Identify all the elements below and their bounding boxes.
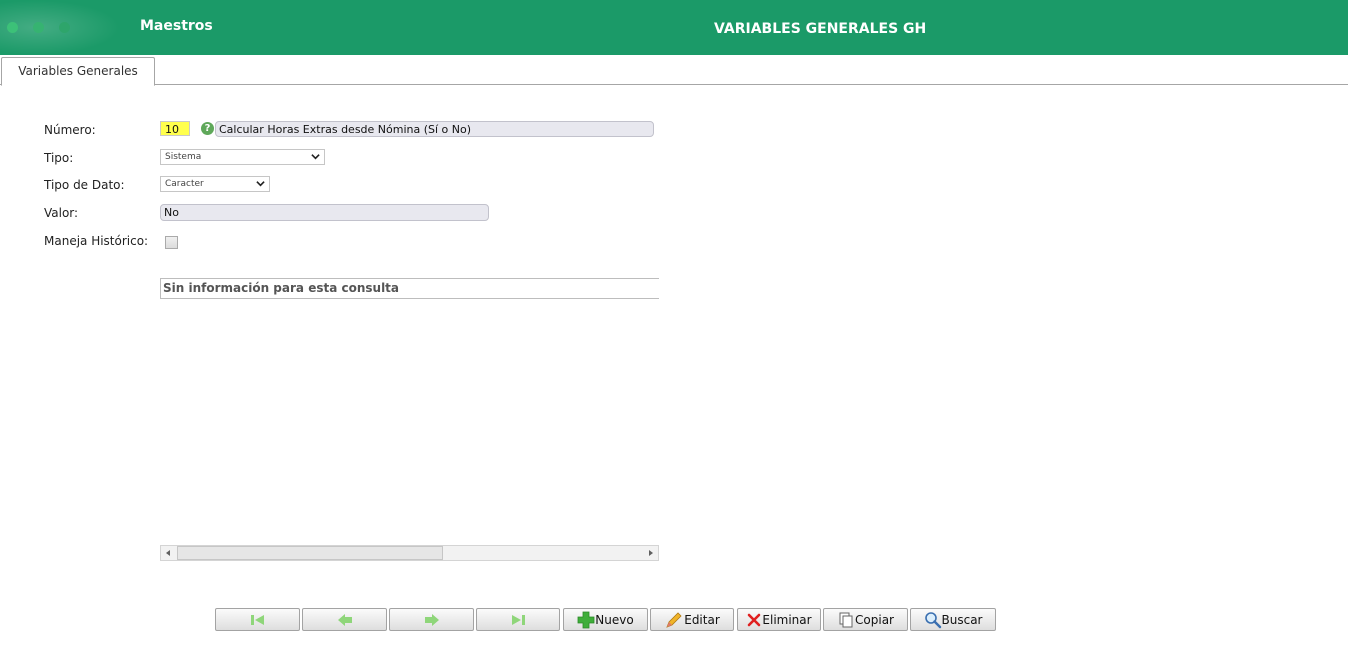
section-title[interactable]: Maestros (140, 18, 213, 34)
window-dot-icon (59, 22, 70, 33)
help-icon[interactable]: ? (201, 122, 214, 135)
maneja-historico-checkbox[interactable] (165, 236, 178, 249)
tipo-dato-label: Tipo de Dato: (44, 178, 125, 192)
numero-input[interactable]: 10 (160, 121, 190, 136)
tipo-dato-select-value: Caracter (165, 179, 204, 189)
numero-label: Número: (44, 123, 96, 137)
copy-icon (839, 612, 853, 627)
eliminar-label: Eliminar (762, 612, 812, 627)
buscar-label: Buscar (941, 612, 983, 627)
tipo-dato-select[interactable]: Caracter (160, 176, 270, 192)
chevron-down-icon (256, 181, 265, 187)
tipo-select[interactable]: Sistema (160, 149, 325, 165)
page-title: VARIABLES GENERALES GH (714, 21, 927, 37)
valor-input[interactable]: No (160, 204, 489, 221)
pencil-icon (666, 611, 682, 628)
buscar-button[interactable]: Buscar (910, 608, 996, 631)
last-record-button[interactable] (476, 608, 560, 631)
window-dot-icon (7, 22, 18, 33)
grid-empty-message: Sin información para esta consulta (160, 278, 659, 299)
previous-record-icon (337, 613, 352, 626)
next-record-icon (424, 613, 439, 626)
valor-label: Valor: (44, 206, 79, 220)
first-record-button[interactable] (215, 608, 300, 631)
scroll-left-icon[interactable] (161, 546, 176, 560)
editar-button[interactable]: Editar (650, 608, 734, 631)
previous-record-button[interactable] (302, 608, 387, 631)
last-record-icon (512, 614, 525, 625)
tab-variables-generales[interactable]: Variables Generales (1, 57, 155, 86)
maneja-historico-label: Maneja Histórico: (44, 234, 149, 248)
editar-label: Editar (684, 612, 720, 627)
nuevo-button[interactable]: Nuevo (563, 608, 648, 631)
grid-horizontal-scrollbar[interactable] (160, 545, 659, 561)
next-record-button[interactable] (389, 608, 474, 631)
nuevo-label: Nuevo (595, 612, 634, 627)
red-x-icon (748, 613, 761, 626)
tab-bar: Variables Generales (0, 55, 1348, 86)
plus-icon (577, 611, 595, 628)
copiar-label: Copiar (855, 612, 894, 627)
first-record-icon (250, 614, 264, 625)
scroll-right-icon[interactable] (643, 546, 658, 560)
chevron-down-icon (311, 154, 320, 160)
app-header: Maestros VARIABLES GENERALES GH (0, 0, 1348, 55)
eliminar-button[interactable]: Eliminar (737, 608, 821, 631)
copiar-button[interactable]: Copiar (823, 608, 908, 631)
magnifier-icon (924, 611, 941, 628)
tipo-select-value: Sistema (165, 152, 202, 162)
scrollbar-thumb[interactable] (177, 546, 443, 560)
descripcion-field[interactable]: Calcular Horas Extras desde Nómina (Sí o… (215, 121, 654, 137)
tipo-label: Tipo: (44, 151, 74, 165)
window-dot-icon (33, 22, 44, 33)
